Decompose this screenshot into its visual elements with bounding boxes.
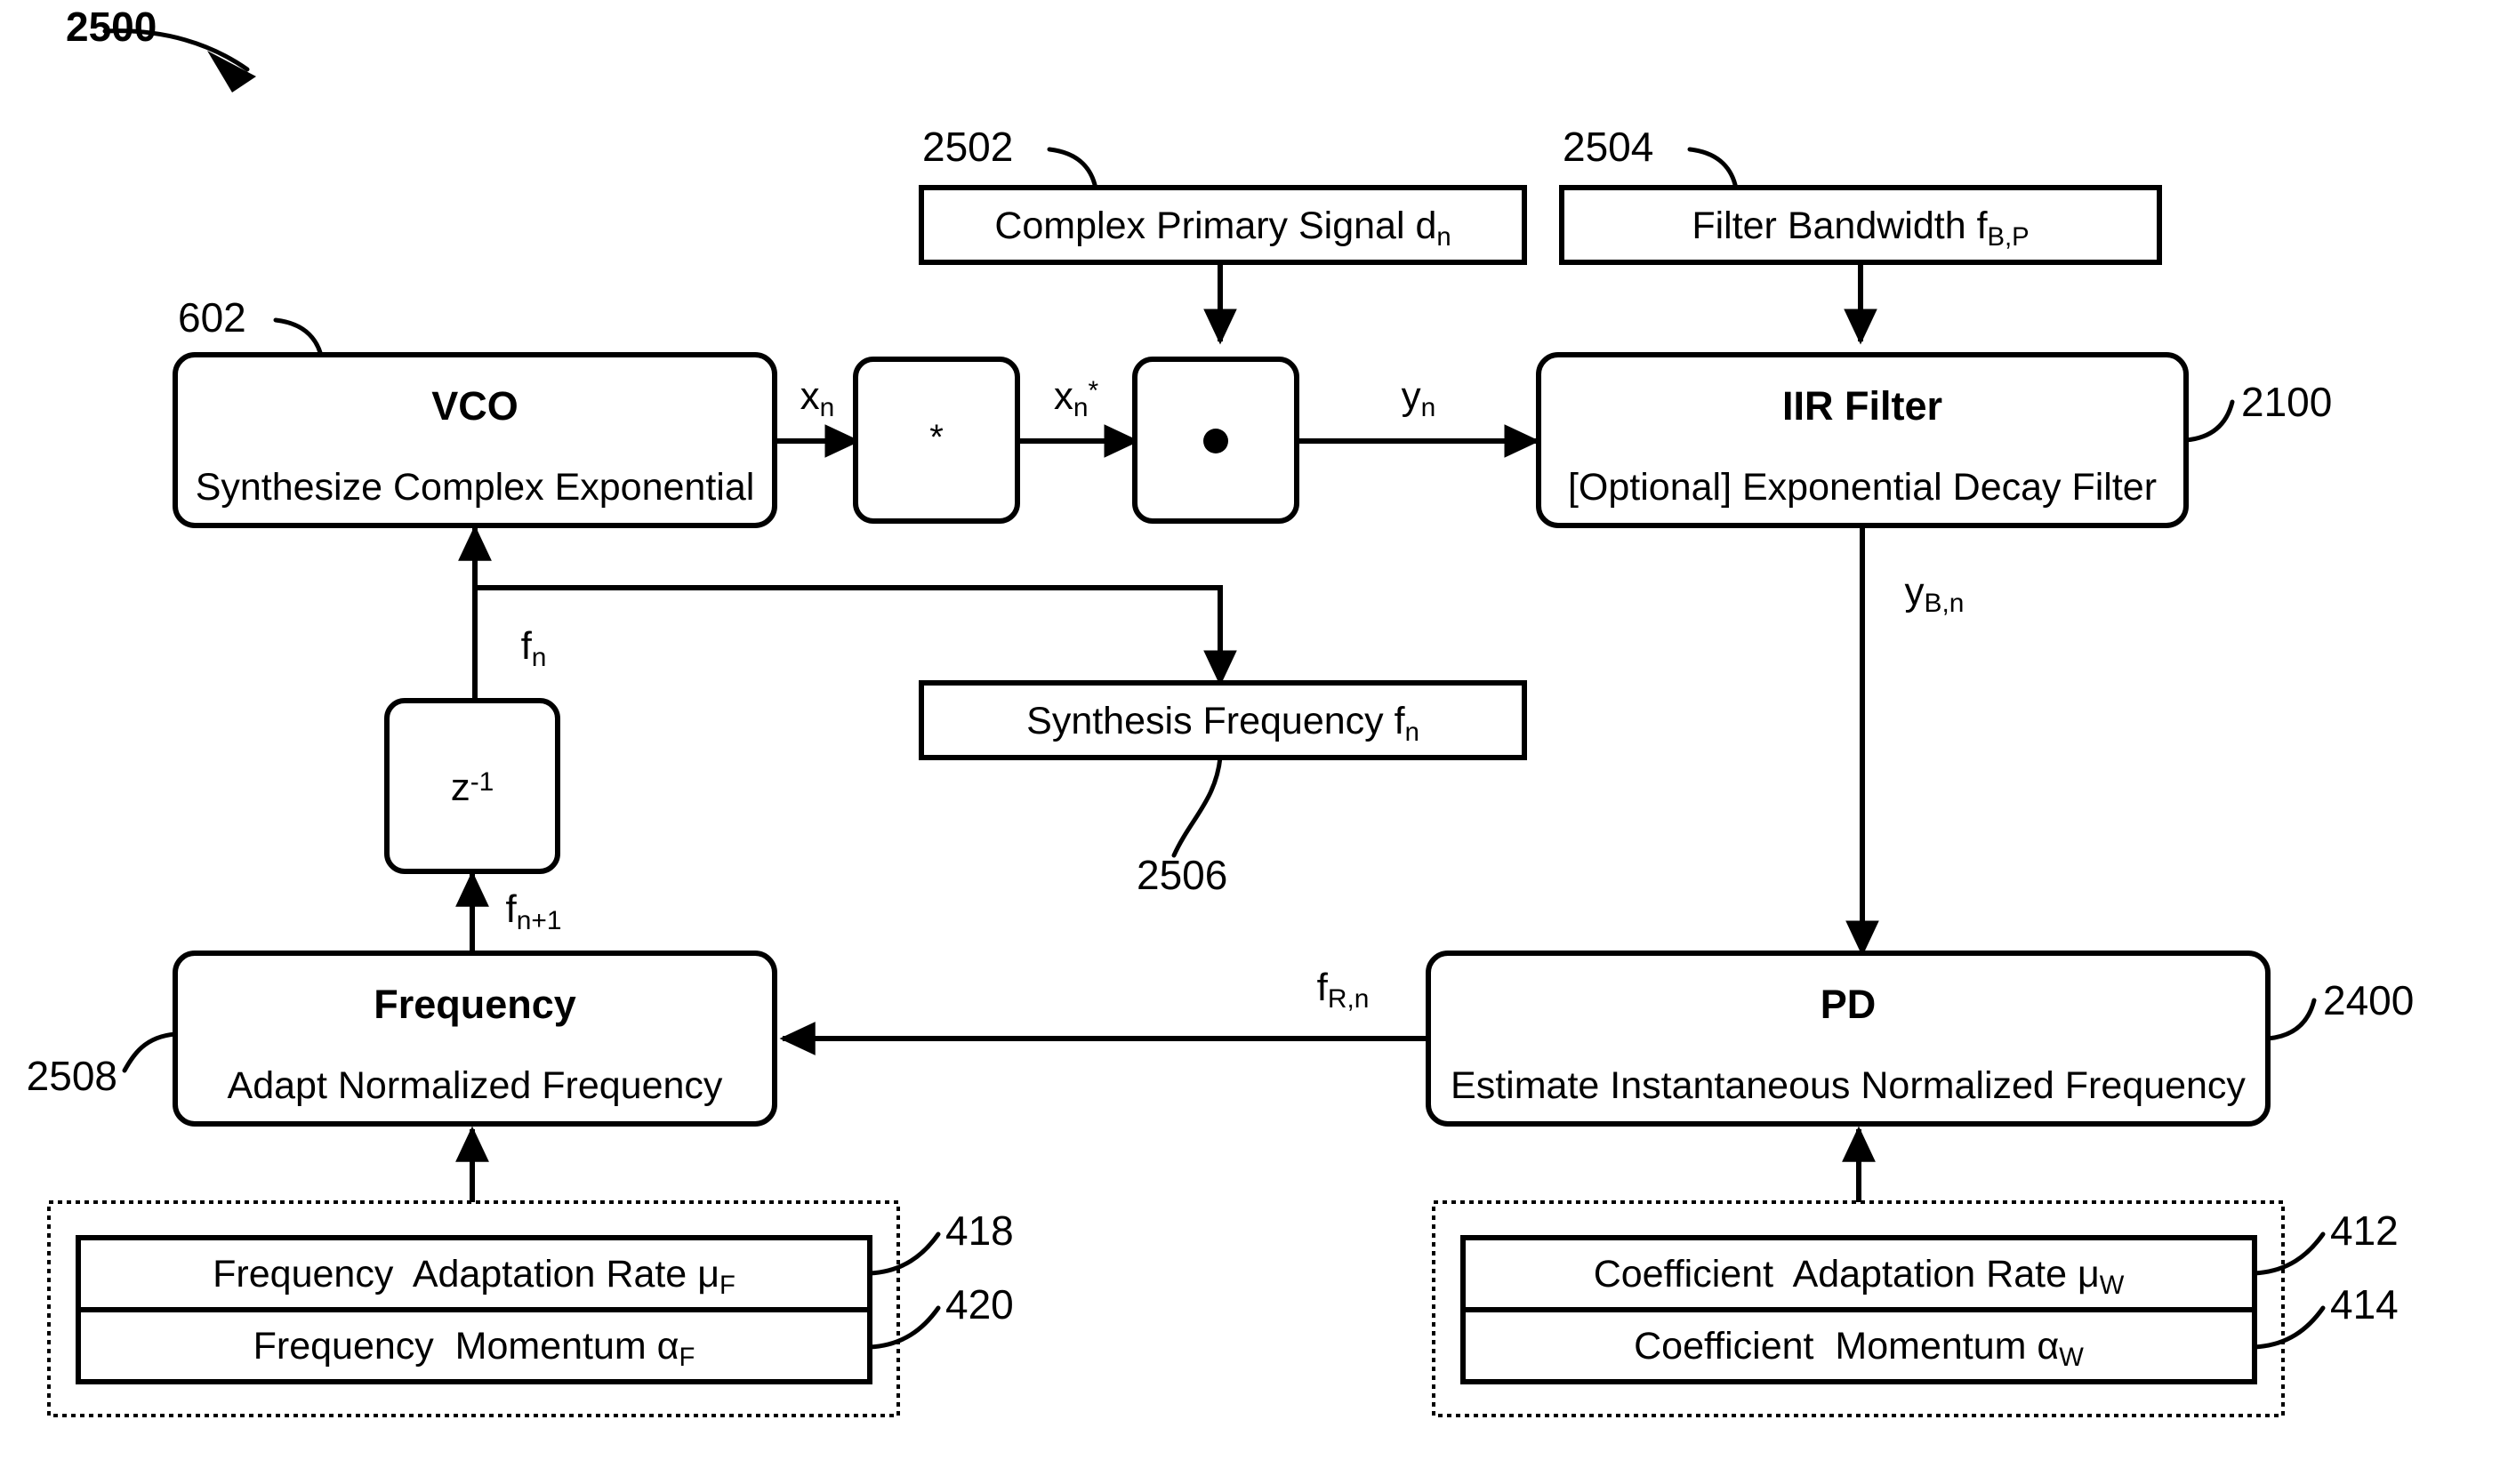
signal-label-ybn: yB,n bbox=[1905, 570, 1965, 618]
figure-2500-root: 2500 2502 Complex Primary Signal dn 2504… bbox=[0, 0, 2516, 1484]
ref-leader-2400 bbox=[2265, 998, 2317, 1041]
iir-filter-subtitle: [Optional] Exponential Decay Filter bbox=[1568, 466, 2157, 509]
ref-label-2502: 2502 bbox=[922, 124, 1013, 170]
ref-leader-420 bbox=[867, 1305, 941, 1350]
pd-subtitle: Estimate Instantaneous Normalized Freque… bbox=[1451, 1064, 2246, 1107]
ref-leader-414 bbox=[2252, 1305, 2326, 1350]
ref-label-602: 602 bbox=[178, 294, 246, 341]
coefficient-momentum-label: Coefficient Momentum αW bbox=[1634, 1325, 2084, 1372]
signal-label-xn-conj: xn* bbox=[1054, 374, 1099, 422]
vco-subtitle: Synthesize Complex Exponential bbox=[196, 466, 755, 509]
signal-label-xn: xn bbox=[800, 374, 835, 422]
ref-label-412: 412 bbox=[2330, 1207, 2399, 1254]
signal-label-frn: fR,n bbox=[1317, 966, 1370, 1014]
conjugate-symbol: * bbox=[929, 418, 944, 457]
ref-leader-2508 bbox=[122, 1031, 178, 1073]
ref-label-2504: 2504 bbox=[1563, 124, 1653, 170]
wire-fn-branch-to-synthesis-box bbox=[475, 585, 1237, 686]
figure-number: 2500 bbox=[66, 4, 157, 50]
synthesis-frequency-label: Synthesis Frequency fn bbox=[1026, 700, 1419, 747]
ref-label-420: 420 bbox=[945, 1281, 1014, 1328]
vco-title: VCO bbox=[431, 383, 518, 429]
pd-title: PD bbox=[1821, 982, 1877, 1027]
filter-bandwidth-label: Filter Bandwidth fB,P bbox=[1692, 205, 2029, 252]
multiply-dot-icon bbox=[1203, 429, 1228, 453]
ref-label-2100: 2100 bbox=[2241, 379, 2332, 425]
signal-label-yn: yn bbox=[1402, 374, 1436, 422]
frequency-adaptation-rate-label: Frequency Adaptation Rate μF bbox=[213, 1253, 736, 1300]
ref-label-2508: 2508 bbox=[27, 1053, 117, 1099]
ref-leader-2100 bbox=[2183, 399, 2235, 443]
signal-label-fn: fn bbox=[521, 624, 547, 672]
frequency-momentum-label: Frequency Momentum αF bbox=[253, 1325, 695, 1372]
signal-label-fn1: fn+1 bbox=[506, 887, 562, 935]
ref-leader-418 bbox=[867, 1231, 941, 1276]
primary-signal-label: Complex Primary Signal dn bbox=[994, 205, 1451, 252]
ref-leader-2506 bbox=[1171, 755, 1223, 858]
ref-label-418: 418 bbox=[945, 1207, 1014, 1254]
iir-filter-title: IIR Filter bbox=[1782, 383, 1942, 429]
ref-leader-412 bbox=[2252, 1231, 2326, 1276]
block-diagram-canvas: 2500 2502 Complex Primary Signal dn 2504… bbox=[27, 4, 2414, 1417]
ref-leader-2502 bbox=[1047, 147, 1098, 191]
coefficient-adaptation-rate-label: Coefficient Adaptation Rate μW bbox=[1594, 1253, 2125, 1300]
ref-leader-2504 bbox=[1687, 147, 1739, 191]
frequency-title: Frequency bbox=[374, 982, 576, 1027]
ref-label-2506: 2506 bbox=[1137, 852, 1227, 898]
frequency-subtitle: Adapt Normalized Frequency bbox=[228, 1064, 723, 1107]
ref-label-2400: 2400 bbox=[2323, 977, 2414, 1023]
ref-label-414: 414 bbox=[2330, 1281, 2399, 1328]
